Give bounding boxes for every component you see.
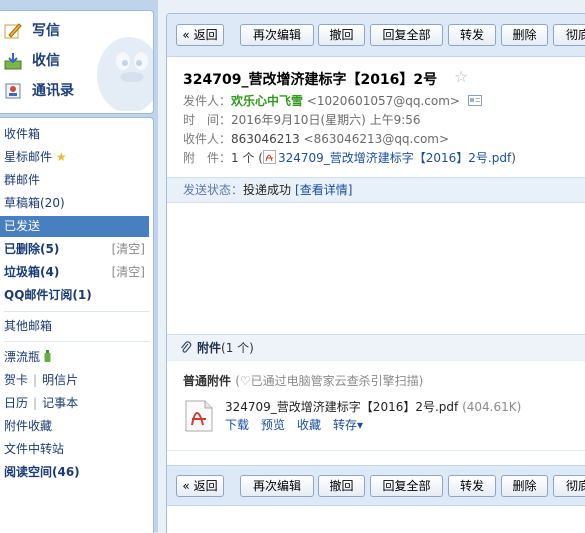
pdf-document-icon: [185, 400, 213, 432]
contact-card-icon[interactable]: [467, 95, 482, 106]
attachment-file-name: 324709_营改增济建标字【2016】2号.pdf (404.61K): [225, 400, 522, 414]
qq-penguin-icon: [97, 37, 153, 111]
pdf-file-icon: [262, 150, 276, 164]
time-row: 时 间：2016年9月10日(星期六) 上午9:56: [183, 113, 421, 127]
pen-icon: [4, 23, 22, 39]
attachment-kind: 普通附件 (♡已通过电脑管家云查杀引擎扫描): [183, 374, 424, 388]
folder-spam[interactable]: 垃圾箱(4) [清空]: [0, 262, 149, 283]
edit-again-button-bottom[interactable]: 再次编辑: [240, 475, 314, 497]
notepad-link[interactable]: 记事本: [42, 396, 78, 410]
calendar-link[interactable]: 日历: [4, 396, 28, 410]
forward-button[interactable]: 转发: [448, 24, 496, 46]
preview-link[interactable]: 预览: [261, 418, 285, 432]
folder-subscriptions[interactable]: QQ邮件订阅(1): [0, 285, 149, 306]
recipient-row: 收件人：863046213 <863046213@qq.com>: [183, 132, 450, 146]
delivery-status: 投递成功: [243, 183, 292, 197]
folder-reading-space[interactable]: 阅读空间(46): [0, 462, 149, 483]
back-button[interactable]: « 返回: [176, 24, 224, 46]
recall-button[interactable]: 撤回: [318, 24, 365, 46]
quick-actions: 写信 收信 通讯录: [0, 10, 154, 114]
clear-spam-link[interactable]: [清空]: [112, 262, 145, 283]
collect-link[interactable]: 收藏: [297, 418, 321, 432]
address-book-icon: [5, 83, 21, 99]
attachment-actions: 下载 预览 收藏 转存▾: [225, 416, 375, 433]
attachments-header: 附件(1 个): [167, 334, 585, 361]
folder-sent[interactable]: 已发送: [0, 216, 149, 237]
delete-button[interactable]: 删除: [501, 24, 548, 46]
download-link[interactable]: 下载: [225, 418, 249, 432]
star-outline-icon[interactable]: ☆: [454, 67, 468, 86]
sender-name[interactable]: 欢乐心中飞雪: [231, 94, 303, 108]
folder-other-mailboxes[interactable]: 其他邮箱: [0, 316, 149, 337]
attachments-title: 附件: [197, 341, 222, 355]
attachment-link[interactable]: 324709_营改增济建标字【2016】2号.pdf: [278, 151, 511, 165]
folder-list: 收件箱 星标邮件 ★ 群邮件 草稿箱(20) 已发送 已删除(5) [清空] 垃…: [0, 117, 154, 533]
mail-subject: 324709_营改增济建标字【2016】2号: [183, 72, 438, 88]
sidebar: 写信 收信 通讯录 收件箱 星标邮件 ★ 群邮件 草稿箱(20) 已发送 已删除…: [0, 0, 158, 533]
bottle-icon: [44, 350, 51, 362]
divider: [4, 311, 149, 312]
toolbar-top: « 返回 再次编辑 撤回 回复全部 转发 删除 彻底: [167, 14, 585, 57]
recipient-name[interactable]: 863046213: [231, 132, 300, 146]
reply-all-button-bottom[interactable]: 回复全部: [370, 475, 443, 497]
reply-all-button[interactable]: 回复全部: [370, 24, 443, 46]
view-details-link[interactable]: [查看详情]: [295, 183, 352, 197]
greeting-postcard-row: 贺卡 | 明信片: [4, 373, 79, 387]
virus-scan-note: (♡已通过电脑管家云查杀引擎扫描): [235, 374, 424, 388]
forward-button-bottom[interactable]: 转发: [448, 475, 496, 497]
folder-group-mail[interactable]: 群邮件: [0, 170, 149, 191]
edit-again-button[interactable]: 再次编辑: [240, 24, 314, 46]
recall-button-bottom[interactable]: 撤回: [318, 475, 365, 497]
save-to-dropdown[interactable]: 转存▾: [333, 418, 363, 432]
folder-inbox[interactable]: 收件箱: [0, 124, 149, 145]
divider: [4, 341, 149, 342]
calendar-notepad-row: 日历 | 记事本: [4, 396, 79, 410]
sender-email: <1020601057@qq.com>: [306, 94, 460, 108]
attachment-file-size: (404.61K): [462, 400, 522, 414]
clear-deleted-link[interactable]: [清空]: [112, 239, 145, 260]
delivery-status-bar: 发送状态：投递成功 [查看详情]: [167, 177, 585, 203]
divider: [167, 450, 585, 451]
folder-starred[interactable]: 星标邮件 ★: [0, 147, 149, 168]
delete-permanently-button[interactable]: 彻底: [553, 24, 585, 46]
folder-file-transfer[interactable]: 文件中转站: [0, 439, 149, 460]
attachment-row: 附 件：1 个 (324709_营改增济建标字【2016】2号.pdf): [183, 150, 516, 165]
back-button-bottom[interactable]: « 返回: [176, 475, 224, 497]
delete-permanently-button-bottom[interactable]: 彻底: [553, 475, 585, 497]
toolbar-bottom: « 返回 再次编辑 撤回 回复全部 转发 删除 彻底: [167, 465, 585, 506]
mail-read-panel: « 返回 再次编辑 撤回 回复全部 转发 删除 彻底 324709_营改增济建标…: [166, 13, 585, 533]
greeting-card-link[interactable]: 贺卡: [4, 373, 28, 387]
folder-drift-bottle[interactable]: 漂流瓶: [0, 347, 149, 368]
paperclip-icon: [181, 341, 192, 353]
postcard-link[interactable]: 明信片: [42, 373, 78, 387]
folder-attachment-box[interactable]: 附件收藏: [0, 416, 149, 437]
folder-deleted[interactable]: 已删除(5) [清空]: [0, 239, 149, 260]
star-icon: ★: [55, 150, 67, 164]
folder-drafts[interactable]: 草稿箱(20): [0, 193, 149, 214]
sender-row: 发件人：欢乐心中飞雪 <1020601057@qq.com>: [183, 92, 482, 111]
delete-button-bottom[interactable]: 删除: [501, 475, 548, 497]
inbox-icon: [4, 53, 22, 70]
